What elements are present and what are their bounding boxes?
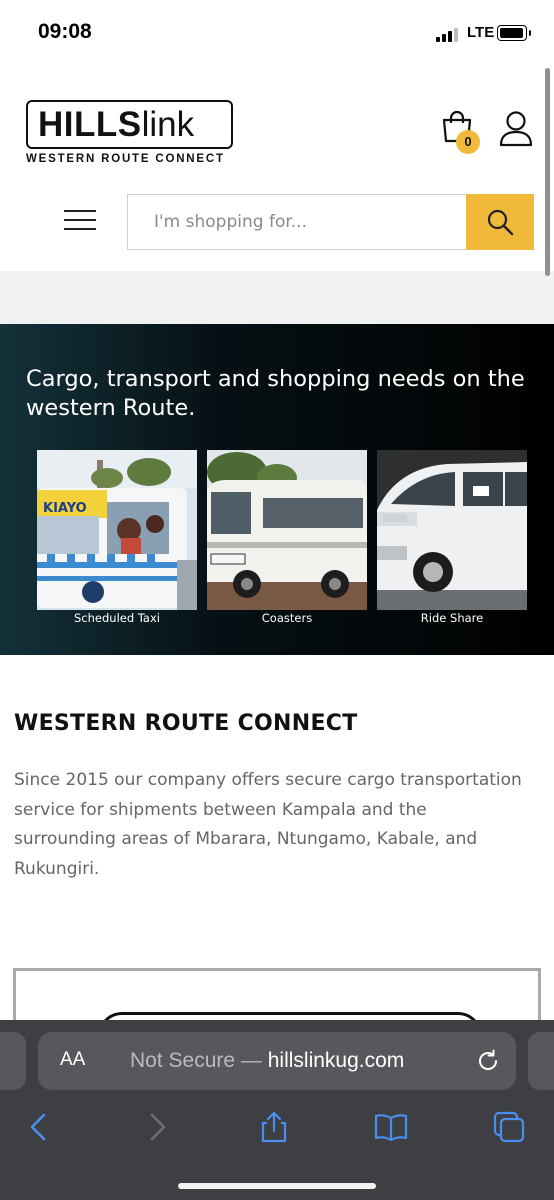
search-input[interactable] [128, 195, 466, 248]
page: 09:08 LTE HILLS link WESTERN ROUTE CONNEC… [0, 0, 554, 1200]
scrollbar[interactable] [545, 68, 550, 276]
hamburger-menu-icon[interactable] [62, 206, 98, 234]
browser-toolbar: AA Not Secure — hillslinkug.com [0, 1020, 554, 1200]
tile-label-coasters: Coasters [261, 611, 313, 625]
logo-tagline: WESTERN ROUTE CONNECT [26, 153, 225, 165]
status-bar: 09:08 LTE [0, 0, 554, 66]
status-time: 09:08 [38, 20, 92, 43]
tile-label-taxi: Scheduled Taxi [74, 611, 160, 625]
coaster-image [207, 450, 367, 610]
svg-text:KIAYO: KIAYO [43, 501, 87, 516]
chevron-right-icon[interactable] [140, 1110, 174, 1144]
signal-icon [436, 26, 462, 42]
about-heading: WESTERN ROUTE CONNECT [14, 711, 358, 736]
battery-icon [497, 25, 531, 41]
chevron-left-icon[interactable] [22, 1110, 56, 1144]
share-icon[interactable] [257, 1110, 291, 1144]
url-display[interactable]: Not Secure — hillslinkug.com [130, 1049, 404, 1073]
next-tab-preview[interactable] [528, 1032, 554, 1090]
about-paragraph: Since 2015 our company offers secure car… [14, 770, 522, 879]
security-label: Not Secure — [130, 1049, 262, 1072]
tabs-icon[interactable] [492, 1110, 526, 1144]
site-logo[interactable]: HILLS link WESTERN ROUTE CONNECT [26, 100, 236, 165]
divider-band [0, 271, 554, 324]
service-tile-taxi[interactable]: KIAYO Scheduled Taxi [37, 450, 197, 625]
site-header: HILLS link WESTERN ROUTE CONNECT 0 [0, 66, 554, 271]
hero-banner: Cargo, transport and shopping needs on t… [0, 324, 554, 655]
tile-label-rideshare: Ride Share [420, 611, 484, 625]
cart-button[interactable]: 0 [440, 110, 480, 154]
search-icon [487, 209, 514, 235]
user-icon [499, 111, 533, 147]
search-button[interactable] [466, 193, 534, 250]
service-tile-rideshare[interactable]: Ride Share [377, 450, 527, 625]
logo-wordmark: HILLS link [26, 100, 233, 149]
search-bar [127, 193, 534, 250]
taxi-image: KIAYO [37, 450, 197, 610]
account-button[interactable] [498, 110, 534, 148]
service-tile-coasters[interactable]: Coasters [207, 450, 367, 625]
logo-light-text: link [141, 104, 195, 144]
address-bar[interactable]: AA Not Secure — hillslinkug.com [38, 1032, 516, 1090]
hero-title: Cargo, transport and shopping needs on t… [26, 366, 525, 421]
network-label: LTE [467, 24, 495, 41]
url-domain: hillslinkug.com [267, 1049, 405, 1072]
rideshare-image [377, 450, 527, 610]
logo-bold-text: HILLS [38, 104, 142, 144]
reader-settings-button[interactable]: AA [60, 1049, 85, 1071]
cart-count-badge: 0 [456, 130, 480, 154]
previous-tab-preview[interactable] [0, 1032, 26, 1090]
book-icon[interactable] [374, 1110, 408, 1144]
home-indicator[interactable] [178, 1183, 376, 1189]
reload-icon[interactable] [475, 1048, 501, 1074]
